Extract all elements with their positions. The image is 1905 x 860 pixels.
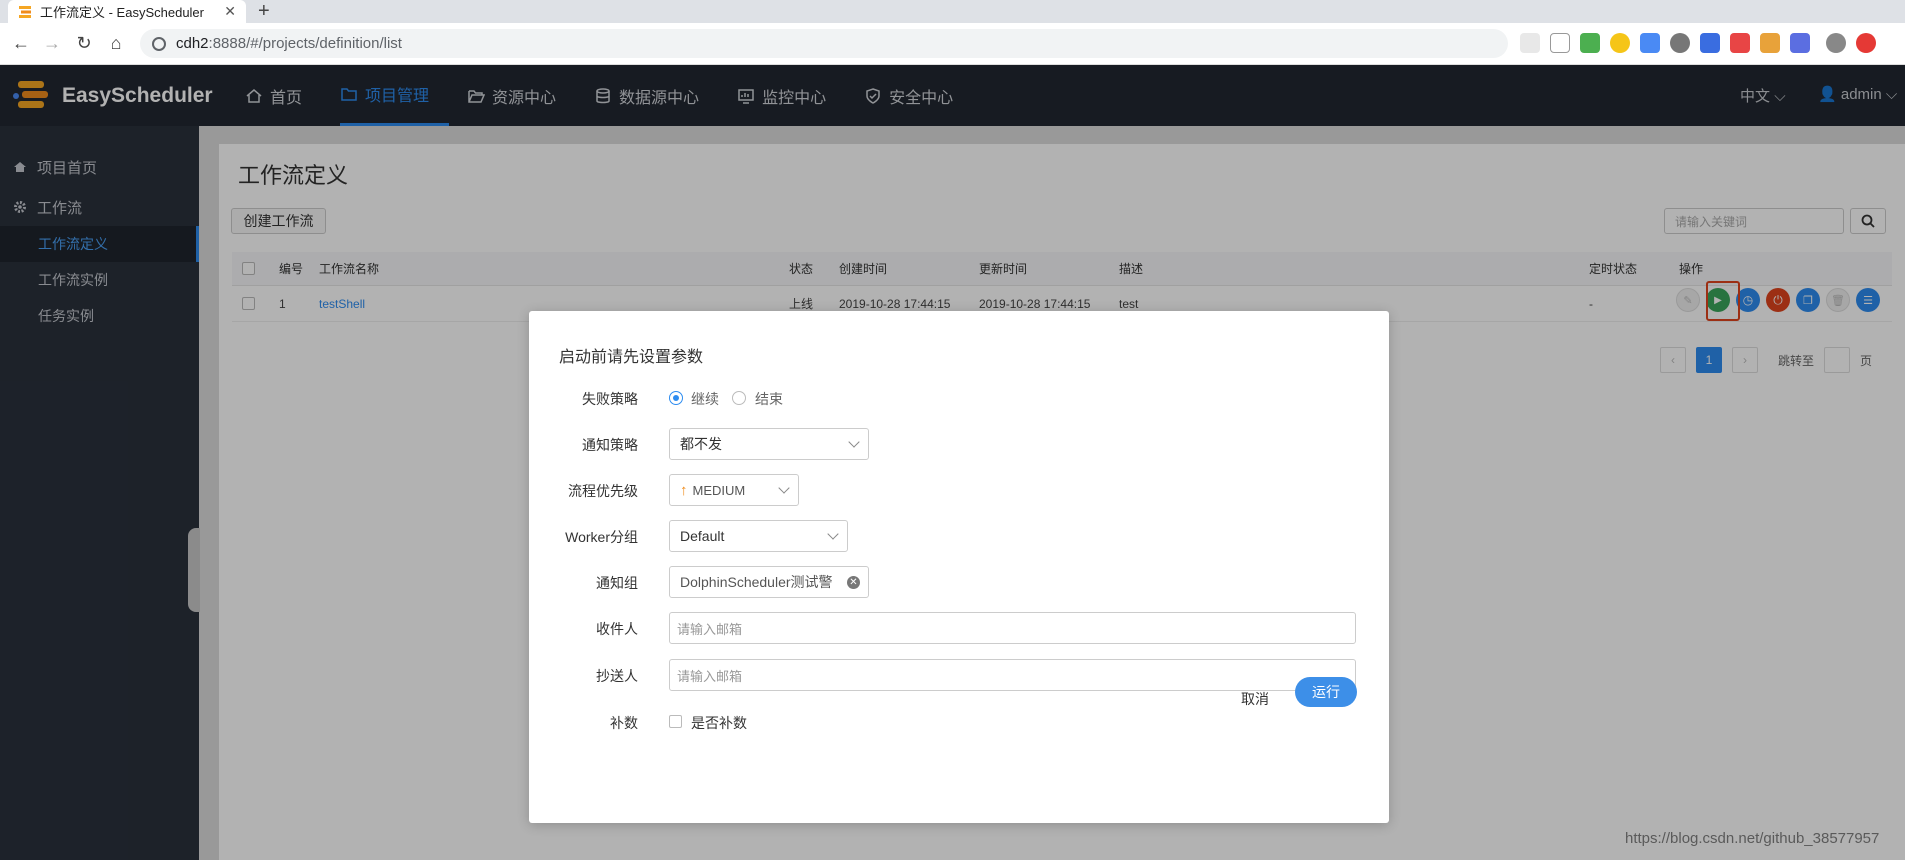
url-host: cdh2 xyxy=(176,35,209,52)
clear-icon[interactable]: ✕ xyxy=(847,576,860,589)
watermark: https://blog.csdn.net/github_38577957 xyxy=(1625,830,1880,847)
arrow-up-icon: ↑ xyxy=(680,481,688,499)
start-params-dialog: 启动前请先设置参数 失败策略 继续 结束 通知策略 都不发 流程优先级 ↑ ME… xyxy=(529,311,1389,823)
extension-icon[interactable] xyxy=(1520,33,1540,53)
dialog-title: 启动前请先设置参数 xyxy=(559,349,704,366)
browser-tab-title: 工作流定义 - EasyScheduler xyxy=(40,5,204,20)
chevron-down-icon xyxy=(848,436,860,448)
address-bar[interactable]: cdh2 :8888/#/projects/definition/list xyxy=(140,29,1508,58)
extension-icon[interactable] xyxy=(1670,33,1690,53)
extensions-bar xyxy=(1520,33,1876,53)
new-tab-button[interactable]: + xyxy=(258,0,270,23)
browser-toolbar: ← → ↻ ⌂ cdh2 :8888/#/projects/definition… xyxy=(0,23,1905,65)
url-path: :8888/#/projects/definition/list xyxy=(208,35,402,52)
complement-label: 补数 xyxy=(610,715,638,731)
cc-input[interactable]: 请输入邮箱 xyxy=(669,659,1356,691)
extension-icon[interactable] xyxy=(1730,33,1750,53)
code-icon[interactable] xyxy=(1550,33,1570,53)
browser-tab[interactable]: 工作流定义 - EasyScheduler ✕ xyxy=(8,0,246,23)
receivers-input[interactable]: 请输入邮箱 xyxy=(669,612,1356,644)
worker-group-select[interactable]: Default xyxy=(669,520,848,552)
extension-icon[interactable] xyxy=(1856,33,1876,53)
notify-strategy-select[interactable]: 都不发 xyxy=(669,428,869,460)
home-browser-icon[interactable]: ⌂ xyxy=(105,33,127,54)
worker-group-label: Worker分组 xyxy=(565,529,638,545)
forward-arrow-icon[interactable]: → xyxy=(41,33,63,54)
priority-value: MEDIUM xyxy=(692,482,746,498)
failure-continue-label: 继续 xyxy=(691,391,719,407)
priority-label: 流程优先级 xyxy=(568,483,638,499)
notify-group-label: 通知组 xyxy=(596,575,638,591)
reload-icon[interactable]: ↻ xyxy=(73,33,95,54)
receivers-label: 收件人 xyxy=(596,621,638,637)
close-tab-icon[interactable]: ✕ xyxy=(224,3,236,20)
back-arrow-icon[interactable]: ← xyxy=(10,33,32,54)
worker-group-value: Default xyxy=(680,528,725,544)
site-info-icon[interactable] xyxy=(152,36,166,51)
translate-icon[interactable] xyxy=(1640,33,1660,53)
chevron-down-icon xyxy=(827,528,839,540)
app-favicon-icon xyxy=(19,5,31,18)
notify-strategy-value: 都不发 xyxy=(680,436,722,452)
notify-strategy-label: 通知策略 xyxy=(582,437,638,453)
extension-icon[interactable] xyxy=(1760,33,1780,53)
run-submit-button[interactable]: 运行 xyxy=(1295,677,1357,707)
complement-checkbox-label: 是否补数 xyxy=(691,715,747,731)
profile-avatar[interactable] xyxy=(1826,33,1846,53)
failure-end-radio[interactable] xyxy=(732,391,746,405)
extension-icon[interactable] xyxy=(1700,33,1720,53)
failure-strategy-label: 失败策略 xyxy=(582,391,638,407)
priority-select[interactable]: ↑ MEDIUM xyxy=(669,474,799,506)
cancel-button[interactable]: 取消 xyxy=(1241,689,1269,709)
failure-end-label: 结束 xyxy=(755,391,783,407)
notify-group-value: DolphinScheduler测试警 xyxy=(680,574,833,590)
notify-group-select[interactable]: DolphinScheduler测试警 ✕ xyxy=(669,566,869,598)
failure-continue-radio[interactable] xyxy=(669,391,683,405)
complement-checkbox[interactable] xyxy=(669,715,682,728)
star-icon[interactable] xyxy=(1610,33,1630,53)
cc-label: 抄送人 xyxy=(596,668,638,684)
chevron-down-icon xyxy=(778,482,790,494)
extension-icon[interactable] xyxy=(1580,33,1600,53)
browser-tabbar: 工作流定义 - EasyScheduler ✕ + xyxy=(0,0,1905,23)
extension-icon[interactable] xyxy=(1790,33,1810,53)
